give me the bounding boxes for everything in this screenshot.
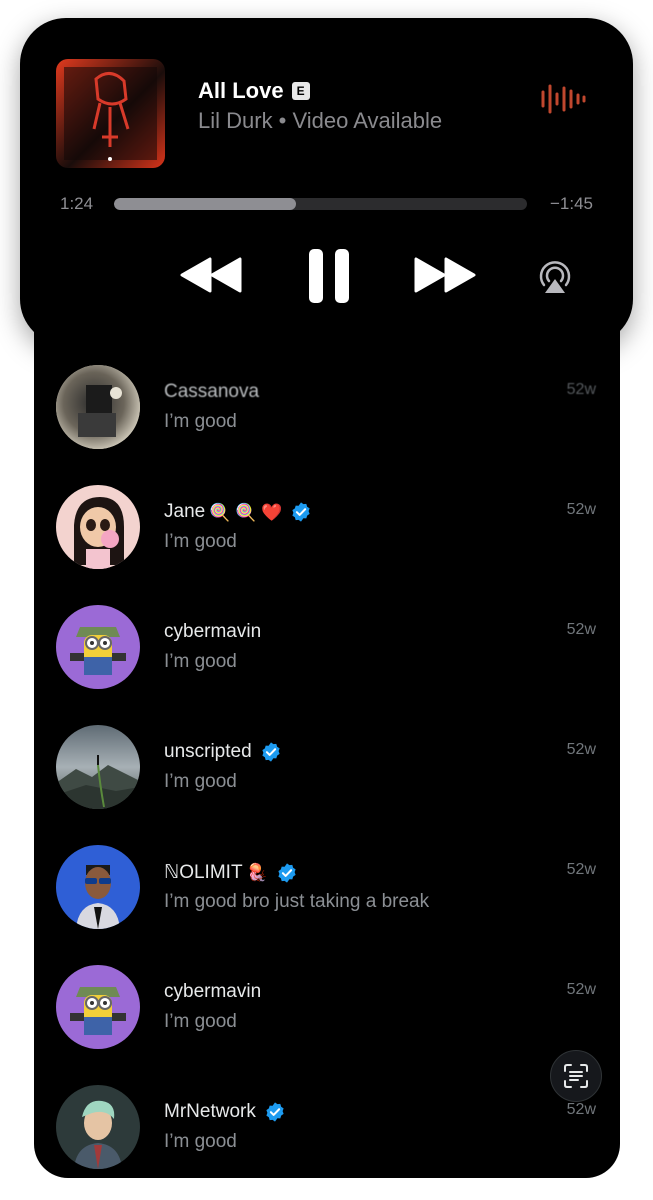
conversation-preview: I’m good bro just taking a break: [164, 891, 430, 912]
elapsed-time: 1:24: [60, 194, 94, 213]
conversation-row[interactable]: Cassanova I’m good 52w: [34, 365, 620, 485]
conversation-row[interactable]: Jane 🍭 🍭 ❤️ I’m good 52w: [34, 485, 620, 605]
conversation-row[interactable]: cybermavin I’m good 52w: [34, 605, 620, 725]
album-art[interactable]: [56, 59, 165, 168]
verified-badge-icon: [266, 1102, 284, 1122]
avatar[interactable]: [56, 485, 140, 569]
airplay-button[interactable]: [535, 256, 575, 296]
conversation-time: 52w: [566, 381, 596, 398]
conversation-row[interactable]: ℕOLIMIT 🪼 I’m good bro just taking a bre…: [34, 845, 620, 965]
fast-forward-button[interactable]: [412, 250, 478, 300]
avatar[interactable]: [56, 605, 140, 689]
explicit-badge: E: [291, 82, 310, 100]
conversation-name: cybermavin: [164, 981, 262, 1002]
verified-badge-icon: [292, 502, 310, 522]
rewind-button[interactable]: [178, 250, 244, 300]
fast-forward-icon: [414, 257, 476, 293]
conversation-row[interactable]: unscripted I’m good 52w: [34, 725, 620, 845]
pause-button[interactable]: [302, 246, 356, 306]
name-emojis: 🍭 🍭 ❤️: [209, 502, 283, 522]
avatar[interactable]: [56, 965, 140, 1049]
avatar[interactable]: [56, 365, 140, 449]
rewind-icon: [180, 257, 242, 293]
conversation-preview: I’m good: [164, 651, 237, 672]
live-text-button[interactable]: [550, 1050, 602, 1102]
conversation-name: ℕOLIMIT: [164, 862, 243, 883]
conversation-list: Cassanova I’m good 52w Jane 🍭 🍭 ❤️ I’m g…: [34, 255, 620, 1178]
conversation-preview: I’m good: [164, 1011, 237, 1032]
playback-scrubber[interactable]: [114, 198, 527, 210]
scrubber-progress: [114, 198, 296, 210]
pause-icon: [309, 249, 349, 303]
remaining-time: −1:45: [549, 194, 593, 213]
conversation-preview: I’m good: [164, 411, 237, 432]
now-playing-widget: All Love E Lil Durk • Video Available 1:…: [20, 18, 633, 345]
verified-badge-icon: [262, 742, 280, 762]
conversation-preview: I’m good: [164, 531, 237, 552]
conversation-time: 52w: [566, 861, 596, 878]
avatar[interactable]: [56, 845, 140, 929]
airplay-icon: [539, 261, 571, 293]
live-text-icon: [564, 1064, 588, 1088]
conversation-name: cybermavin: [164, 621, 262, 642]
waveform-icon: [540, 82, 586, 116]
song-artist[interactable]: Lil Durk • Video Available: [198, 108, 442, 134]
conversation-preview: I’m good: [164, 771, 237, 792]
conversation-name: MrNetwork: [164, 1101, 256, 1122]
conversation-time: 52w: [566, 501, 596, 518]
avatar[interactable]: [56, 1085, 140, 1169]
conversation-name: Cassanova: [164, 381, 260, 402]
conversation-row[interactable]: cybermavin I’m good 52w: [34, 965, 620, 1085]
conversation-name: unscripted: [164, 741, 252, 762]
conversation-preview: I’m good: [164, 1131, 237, 1152]
conversation-time: 52w: [566, 741, 596, 758]
verified-badge-icon: [278, 862, 296, 883]
avatar[interactable]: [56, 725, 140, 809]
name-emojis: 🪼: [246, 863, 268, 882]
conversation-time: 52w: [566, 981, 596, 998]
conversation-row[interactable]: MrNetwork I’m good 52w: [34, 1085, 620, 1178]
song-title: All Love: [198, 78, 284, 103]
conversation-name: Jane: [164, 501, 206, 522]
conversation-time: 52w: [566, 621, 596, 638]
conversation-time: 52w: [566, 1101, 596, 1118]
